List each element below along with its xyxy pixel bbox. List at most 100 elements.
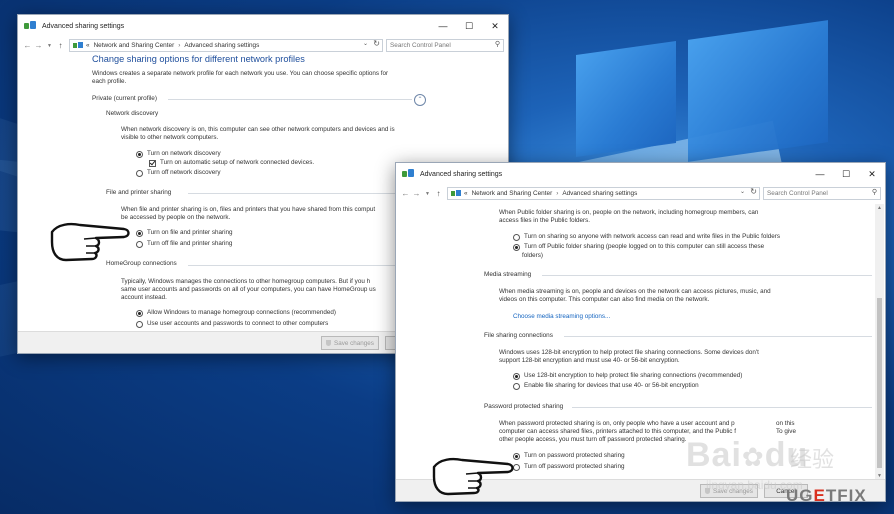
forward-arrow-icon[interactable]: → [33,41,44,50]
maximize-button[interactable]: ☐ [833,163,859,185]
close-button[interactable]: ✕ [859,163,885,185]
breadcrumb-overflow[interactable]: « [464,190,468,197]
password-sharing-desc-tail: on this [776,420,795,427]
radio-selected-icon[interactable] [136,309,143,317]
refresh-icon[interactable]: ↻ [373,40,380,48]
forward-arrow-icon[interactable]: → [411,189,422,198]
network-discovery-desc: When network discovery is on, this compu… [121,126,395,133]
breadcrumb-advanced-sharing[interactable]: Advanced sharing settings [184,42,259,49]
maximize-button[interactable]: ☐ [456,15,482,37]
search-icon[interactable]: ⚲ [872,188,877,196]
network-discovery-desc: visible to other network computers. [121,134,219,141]
file-sharing-desc: support 128-bit encryption and must use … [499,357,680,364]
recent-dropdown-icon[interactable]: ▼ [422,191,433,197]
window-title: Advanced sharing settings [42,22,125,30]
baidu-jingyan-watermark: 经验 [790,447,835,472]
address-field[interactable]: « Network and Sharing Center › Advanced … [447,187,760,200]
radio-selected-icon[interactable] [136,150,143,158]
radio-selected-icon[interactable] [513,372,520,380]
radio-file-printer-off[interactable]: Turn off file and printer sharing [136,240,232,248]
password-sharing-desc-tail: To give [776,428,796,435]
breadcrumb-separator-icon: › [556,190,559,197]
password-sharing-desc: computer can access shared files, printe… [499,428,736,435]
divider [564,336,872,337]
chevron-down-icon[interactable]: ⌄ [740,188,745,195]
radio-unselected-icon[interactable] [513,463,520,471]
radio-password-sharing-on[interactable]: Turn on password protected sharing [513,452,625,460]
pointing-hand-icon [50,222,130,262]
intro-text-line: each profile. [92,78,127,85]
radio-unselected-icon[interactable] [136,169,143,177]
radio-unselected-icon[interactable] [136,240,143,248]
breadcrumb-advanced-sharing[interactable]: Advanced sharing settings [562,190,637,197]
search-placeholder: Search Control Panel [767,190,828,197]
password-sharing-desc: When password protected sharing is on, o… [499,420,735,427]
address-field[interactable]: « Network and Sharing Center › Advanced … [69,39,383,52]
radio-network-discovery-on[interactable]: Turn on network discovery [136,150,221,158]
radio-selected-icon[interactable] [513,243,520,251]
radio-homegroup-allow[interactable]: Allow Windows to manage homegroup connec… [136,309,336,317]
radio-unselected-icon[interactable] [513,233,520,241]
radio-label: Turn on sharing so anyone with network a… [524,233,780,240]
back-arrow-icon[interactable]: ← [400,189,411,198]
breadcrumb-network-sharing-center[interactable]: Network and Sharing Center [472,190,553,197]
search-input[interactable]: Search Control Panel ⚲ [763,187,881,200]
checkbox-automatic-setup[interactable]: Turn on automatic setup of network conne… [149,159,314,167]
media-streaming-desc: videos on this computer. This computer c… [499,296,710,303]
section-title-file-printer-sharing: File and printer sharing [106,189,172,196]
title-bar[interactable]: Advanced sharing settings — ☐ ✕ [18,15,508,37]
network-icon [402,169,414,179]
public-folder-desc: When Public folder sharing is on, people… [499,209,759,216]
divider [572,407,872,408]
breadcrumb-overflow[interactable]: « [86,42,90,49]
wallpaper-windows-pane [688,20,828,162]
up-arrow-icon[interactable]: ↑ [55,41,66,50]
radio-label: Turn off Public folder sharing (people l… [524,243,765,250]
scroll-up-arrow-icon[interactable]: ▲ [875,204,884,212]
section-title-password-protected-sharing: Password protected sharing [484,403,564,410]
radio-selected-icon[interactable] [136,229,143,237]
profile-label[interactable]: Private (current profile) [92,95,157,103]
radio-128-bit-encryption[interactable]: Use 128-bit encryption to help protect f… [513,372,742,380]
breadcrumb-network-sharing-center[interactable]: Network and Sharing Center [94,42,175,49]
window-title: Advanced sharing settings [420,170,503,178]
ugetfix-logo-e: E [813,486,826,505]
radio-network-discovery-off[interactable]: Turn off network discovery [136,169,221,177]
chevron-up-icon[interactable]: ⌃ [414,94,426,106]
radio-public-folder-off[interactable]: Turn off Public folder sharing (people l… [513,243,764,251]
baidu-logo-text: Bai [686,436,742,474]
radio-unselected-icon[interactable] [136,320,143,328]
scroll-thumb[interactable] [877,298,882,468]
search-input[interactable]: Search Control Panel ⚲ [386,39,504,52]
checkbox-checked-icon[interactable] [149,159,156,167]
vertical-scrollbar[interactable]: ▲ ▼ [875,204,884,480]
radio-label: Enable file sharing for devices that use… [524,382,699,389]
minimize-button[interactable]: — [430,15,456,37]
radio-file-printer-on[interactable]: Turn on file and printer sharing [136,229,233,237]
search-icon[interactable]: ⚲ [495,40,500,48]
radio-homegroup-user-accounts[interactable]: Use user accounts and passwords to conne… [136,320,328,328]
radio-public-folder-on[interactable]: Turn on sharing so anyone with network a… [513,233,780,241]
divider [168,99,412,100]
radio-label: Allow Windows to manage homegroup connec… [147,309,337,316]
ugetfix-logo-tfix: TFIX [825,486,867,505]
close-button[interactable]: ✕ [482,15,508,37]
radio-unselected-icon[interactable] [513,382,520,390]
media-streaming-options-link[interactable]: Choose media streaming options... [513,313,610,321]
radio-password-sharing-off[interactable]: Turn off password protected sharing [513,463,624,471]
refresh-icon[interactable]: ↻ [750,188,757,196]
recent-dropdown-icon[interactable]: ▼ [44,43,55,49]
back-arrow-icon[interactable]: ← [22,41,33,50]
network-icon [24,21,36,31]
minimize-button[interactable]: — [807,163,833,185]
radio-40-56-bit-encryption[interactable]: Enable file sharing for devices that use… [513,382,699,390]
radio-selected-icon[interactable] [513,452,520,460]
up-arrow-icon[interactable]: ↑ [433,189,444,198]
network-icon [73,42,83,49]
chevron-down-icon[interactable]: ⌄ [363,40,368,47]
network-icon [451,190,461,197]
title-bar[interactable]: Advanced sharing settings — ☐ ✕ [396,163,885,185]
media-streaming-desc: When media streaming is on, people and d… [499,288,771,295]
section-title-network-discovery: Network discovery [106,110,159,117]
save-changes-button[interactable]: Save changes [321,336,379,350]
